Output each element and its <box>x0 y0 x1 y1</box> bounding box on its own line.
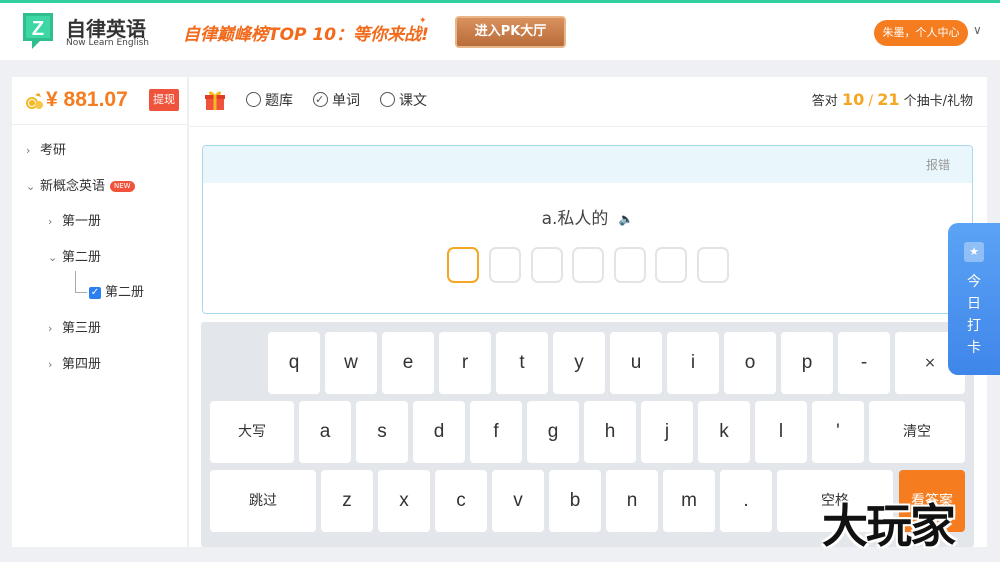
key-q[interactable]: q <box>268 332 320 394</box>
key-clear[interactable]: 清空 <box>869 401 965 463</box>
checkin-label: 今 日 打 卡 <box>967 274 981 356</box>
correct-count: 10 <box>841 90 865 109</box>
key-apostrophe[interactable]: ' <box>812 401 864 463</box>
answer-slot[interactable] <box>697 247 729 283</box>
option-words[interactable]: 单词 <box>313 91 360 112</box>
key-a[interactable]: a <box>299 401 351 463</box>
question-prompt: a.私人的 🔈 <box>541 209 634 229</box>
tree-item-book-2-lesson[interactable]: ✓ 第二册 <box>89 283 144 303</box>
key-g[interactable]: g <box>527 401 579 463</box>
key-skip[interactable]: 跳过 <box>210 470 316 532</box>
tree-item-kaoyan[interactable]: › 考研 <box>26 141 66 161</box>
tree-item-book-2[interactable]: ⌄ 第二册 <box>48 248 101 268</box>
sparkle-icon: ✦ <box>419 16 427 26</box>
balance-amount: ¥ 881.07 <box>46 88 128 111</box>
key-m[interactable]: m <box>663 470 715 532</box>
chevron-down-icon: ⌄ <box>26 180 36 193</box>
key-r[interactable]: r <box>439 332 491 394</box>
tree-item-book-3[interactable]: › 第三册 <box>48 319 101 339</box>
key-hyphen[interactable]: - <box>838 332 890 394</box>
chevron-right-icon: › <box>48 322 53 335</box>
key-period[interactable]: . <box>720 470 772 532</box>
key-c[interactable]: c <box>435 470 487 532</box>
main-panel: 题库 单词 课文 答对 10 / 21 个抽卡/礼物 报错 a.私人的🔈 q w <box>189 77 987 547</box>
key-s[interactable]: s <box>356 401 408 463</box>
radio-unchecked-icon[interactable] <box>246 92 261 107</box>
mode-toolbar: 题库 单词 课文 答对 10 / 21 个抽卡/礼物 <box>189 77 987 127</box>
daily-checkin-tab[interactable]: ★ 今 日 打 卡 <box>948 223 1000 375</box>
withdraw-button[interactable]: 提现 <box>149 89 179 111</box>
coin-bag-icon <box>26 93 43 109</box>
key-o[interactable]: o <box>724 332 776 394</box>
key-t[interactable]: t <box>496 332 548 394</box>
pk-hall-button[interactable]: 进入PK大厅 <box>455 16 566 48</box>
chevron-right-icon: › <box>48 358 53 371</box>
answer-slot[interactable] <box>572 247 604 283</box>
answer-slot[interactable] <box>614 247 646 283</box>
chevron-right-icon: › <box>48 215 53 228</box>
key-l[interactable]: l <box>755 401 807 463</box>
tree-item-book-1[interactable]: › 第一册 <box>48 212 101 232</box>
watermark-logo: 大玩家 <box>822 499 956 553</box>
option-texts[interactable]: 课文 <box>380 92 427 112</box>
speaker-icon[interactable]: 🔈 <box>618 212 633 226</box>
key-n[interactable]: n <box>606 470 658 532</box>
key-v[interactable]: v <box>492 470 544 532</box>
gift-icon[interactable] <box>204 89 226 111</box>
key-i[interactable]: i <box>667 332 719 394</box>
radio-unchecked-icon[interactable] <box>380 92 395 107</box>
key-h[interactable]: h <box>584 401 636 463</box>
star-icon: ★ <box>964 242 984 262</box>
answer-slot[interactable] <box>655 247 687 283</box>
key-z[interactable]: z <box>321 470 373 532</box>
key-b[interactable]: b <box>549 470 601 532</box>
logo-letter: Z <box>32 18 44 40</box>
answer-slot[interactable] <box>489 247 521 283</box>
checkbox-checked-icon[interactable]: ✓ <box>89 286 101 299</box>
key-k[interactable]: k <box>698 401 750 463</box>
logo-subtitle: Now Learn English <box>66 38 149 48</box>
total-count: 21 <box>877 90 900 109</box>
tree-connector <box>75 271 87 293</box>
sidebar: ¥ 881.07 提现 › 考研 ⌄ 新概念英语 NEW › 第一册 ⌄ 第二册 ✓ 第二册… <box>12 77 187 547</box>
key-caps[interactable]: 大写 <box>210 401 294 463</box>
key-w[interactable]: w <box>325 332 377 394</box>
app-logo-icon[interactable]: Z <box>20 9 56 51</box>
tree-item-new-concept[interactable]: ⌄ 新概念英语 NEW <box>26 177 135 197</box>
key-d[interactable]: d <box>413 401 465 463</box>
key-p[interactable]: p <box>781 332 833 394</box>
key-j[interactable]: j <box>641 401 693 463</box>
key-y[interactable]: y <box>553 332 605 394</box>
answer-slot[interactable] <box>447 247 479 283</box>
user-center-button[interactable]: 朱墨，个人中心 <box>874 20 968 46</box>
header: Z 自律英语 Now Learn English 自律巅峰榜TOP 10：等你来… <box>0 3 1000 60</box>
option-question-bank[interactable]: 题库 <box>246 92 293 112</box>
promo-banner-text[interactable]: 自律巅峰榜TOP 10：等你来战! <box>183 20 429 45</box>
tree-item-book-4[interactable]: › 第四册 <box>48 355 101 375</box>
question-card-header <box>203 146 972 183</box>
wallet-panel: ¥ 881.07 提现 <box>12 77 187 125</box>
answer-slot[interactable] <box>531 247 563 283</box>
radio-checked-icon[interactable] <box>313 91 328 109</box>
score-counter: 答对 10 / 21 个抽卡/礼物 <box>811 90 973 109</box>
key-u[interactable]: u <box>610 332 662 394</box>
key-x[interactable]: x <box>378 470 430 532</box>
report-error-link[interactable]: 报错 <box>926 156 950 173</box>
chevron-right-icon: › <box>26 144 31 157</box>
new-badge: NEW <box>110 181 135 192</box>
question-card: 报错 a.私人的 🔈 <box>202 145 973 314</box>
chevron-down-icon: ⌄ <box>48 251 58 264</box>
key-f[interactable]: f <box>470 401 522 463</box>
key-e[interactable]: e <box>382 332 434 394</box>
chevron-down-icon[interactable]: ∨ <box>973 23 982 37</box>
